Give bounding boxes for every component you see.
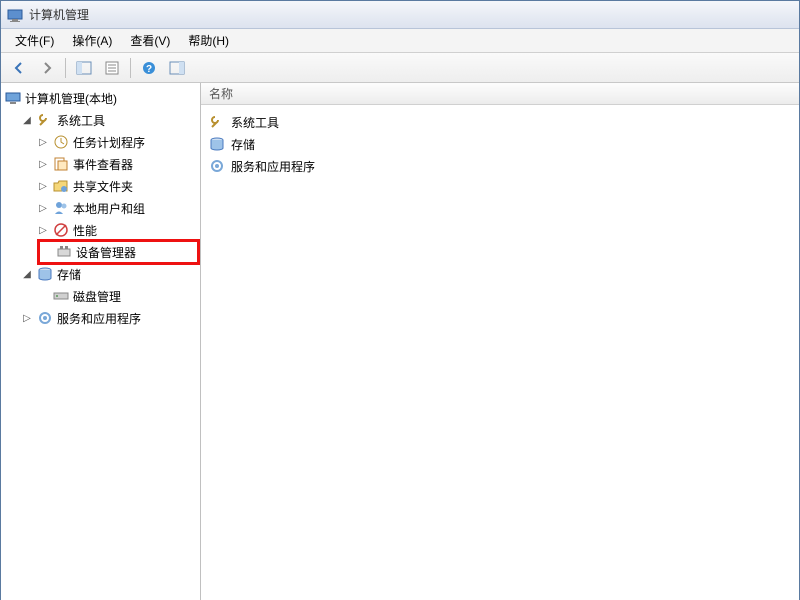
tree-services-apps[interactable]: ▷ 服务和应用程序 (21, 307, 200, 329)
services-icon (37, 310, 53, 326)
toolbar-separator (130, 58, 131, 78)
clock-icon (53, 134, 69, 150)
tree-event-viewer[interactable]: ▷ 事件查看器 (37, 153, 200, 175)
expander-open-icon[interactable]: ◢ (21, 268, 33, 280)
tree-disk-management[interactable]: 磁盘管理 (37, 285, 200, 307)
toolbar: ? (1, 53, 799, 83)
back-button[interactable] (7, 56, 31, 80)
device-manager-icon (56, 244, 72, 260)
expander-closed-icon[interactable]: ▷ (37, 180, 49, 192)
tree-root[interactable]: 计算机管理(本地) (5, 87, 200, 109)
show-action-pane-button[interactable] (165, 56, 189, 80)
toolbar-separator (65, 58, 66, 78)
expander-closed-icon[interactable]: ▷ (21, 312, 33, 324)
app-icon (7, 7, 23, 23)
expander-open-icon[interactable]: ◢ (21, 114, 33, 126)
list-item[interactable]: 服务和应用程序 (205, 155, 795, 177)
list-item[interactable]: 系统工具 (205, 111, 795, 133)
expander-closed-icon[interactable]: ▷ (37, 224, 49, 236)
tree-label: 性能 (73, 222, 97, 239)
tree-device-manager[interactable]: 设备管理器 (42, 241, 140, 263)
menu-help[interactable]: 帮助(H) (180, 29, 237, 52)
window-title: 计算机管理 (29, 6, 89, 23)
list-label: 系统工具 (231, 114, 279, 131)
properties-button[interactable] (100, 56, 124, 80)
expander-placeholder (37, 290, 49, 302)
tree-label: 共享文件夹 (73, 178, 133, 195)
title-bar: 计算机管理 (1, 1, 799, 29)
list-label: 服务和应用程序 (231, 158, 315, 175)
show-hide-tree-button[interactable] (72, 56, 96, 80)
help-button[interactable]: ? (137, 56, 161, 80)
tree-performance[interactable]: ▷ 性能 (37, 219, 200, 241)
menu-view[interactable]: 查看(V) (122, 29, 178, 52)
tree-label: 计算机管理(本地) (25, 90, 117, 107)
services-icon (209, 158, 225, 174)
computer-icon (5, 90, 21, 106)
menu-action[interactable]: 操作(A) (64, 29, 120, 52)
tree-label: 任务计划程序 (73, 134, 145, 151)
tree-label: 系统工具 (57, 112, 105, 129)
tree-label: 设备管理器 (76, 244, 136, 261)
shared-folder-icon (53, 178, 69, 194)
menu-file[interactable]: 文件(F) (7, 29, 62, 52)
tree-label: 本地用户和组 (73, 200, 145, 217)
forward-button[interactable] (35, 56, 59, 80)
tree-label: 存储 (57, 266, 81, 283)
storage-icon (209, 136, 225, 152)
svg-text:?: ? (146, 64, 152, 75)
detail-list[interactable]: 系统工具 存储 服务和应用程序 (201, 105, 799, 183)
storage-icon (37, 266, 53, 282)
column-label: 名称 (209, 85, 233, 102)
list-item[interactable]: 存储 (205, 133, 795, 155)
list-label: 存储 (231, 136, 255, 153)
tree-label: 事件查看器 (73, 156, 133, 173)
tree-storage[interactable]: ◢ 存储 (21, 263, 200, 285)
main-body: 计算机管理(本地) ◢ 系统工具 ▷ 任务计划程序 ▷ (1, 83, 799, 600)
users-icon (53, 200, 69, 216)
tree-task-scheduler[interactable]: ▷ 任务计划程序 (37, 131, 200, 153)
tree-label: 服务和应用程序 (57, 310, 141, 327)
expander-closed-icon[interactable]: ▷ (37, 202, 49, 214)
tree-label: 磁盘管理 (73, 288, 121, 305)
disk-icon (53, 288, 69, 304)
performance-icon (53, 222, 69, 238)
highlight-annotation: 设备管理器 (37, 239, 200, 265)
detail-pane: 名称 系统工具 存储 服务和应用程序 (201, 83, 799, 600)
expander-closed-icon[interactable]: ▷ (37, 158, 49, 170)
tree-pane[interactable]: 计算机管理(本地) ◢ 系统工具 ▷ 任务计划程序 ▷ (1, 83, 201, 600)
event-log-icon (53, 156, 69, 172)
expander-closed-icon[interactable]: ▷ (37, 136, 49, 148)
column-header-name[interactable]: 名称 (201, 83, 799, 105)
tree-local-users[interactable]: ▷ 本地用户和组 (37, 197, 200, 219)
tools-icon (37, 112, 53, 128)
tree-shared-folders[interactable]: ▷ 共享文件夹 (37, 175, 200, 197)
tools-icon (209, 114, 225, 130)
tree-system-tools[interactable]: ◢ 系统工具 (21, 109, 200, 131)
menu-bar: 文件(F) 操作(A) 查看(V) 帮助(H) (1, 29, 799, 53)
